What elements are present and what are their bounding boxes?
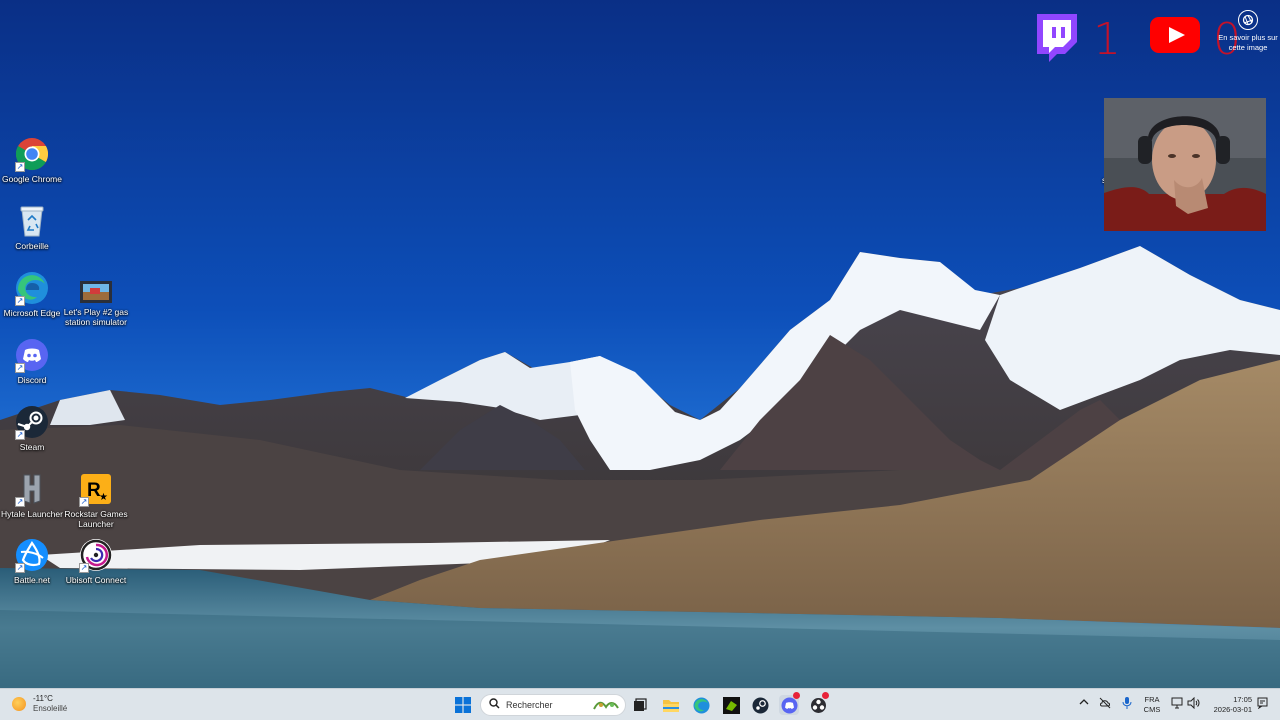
desktop-icon-label: Microsoft Edge — [3, 308, 61, 318]
microphone-button[interactable] — [1122, 697, 1132, 711]
steam-icon: ↗ — [15, 405, 49, 440]
learn-more-button[interactable]: En savoir plus sur cette image — [1212, 10, 1280, 53]
chevron-up-icon — [1079, 699, 1089, 705]
desktop-icon-label: Google Chrome — [1, 174, 62, 184]
desktop-icon-label: Steam — [19, 442, 45, 452]
webcam-overlay — [1104, 98, 1266, 231]
desktop-icon-label: Hytale Launcher — [1, 509, 63, 519]
desktop-icon-edge[interactable]: ↗ Microsoft Edge — [0, 271, 65, 318]
clock-date: 2026-03-01 — [1213, 705, 1252, 714]
desktop-icon-label: Battle.net — [14, 575, 50, 585]
desktop-icon-recycle-bin[interactable]: Corbeille — [0, 204, 65, 251]
recycle-bin-icon — [15, 204, 49, 238]
discord-icon — [781, 697, 797, 713]
search-highlight-icon — [593, 701, 619, 710]
desktop-icon-label: Let's Play #2 gas station simulator — [63, 307, 129, 327]
cloud-off-icon — [1099, 697, 1111, 709]
show-hidden-icons-button[interactable] — [1079, 697, 1089, 709]
weather-widget[interactable]: -11°C Ensoleillé — [12, 694, 67, 714]
notification-badge — [793, 692, 800, 699]
desktop-icon-steam[interactable]: ↗ Steam — [0, 405, 65, 452]
nvidia-button[interactable] — [721, 695, 741, 715]
volume-button[interactable] — [1187, 696, 1200, 711]
rockstar-icon: R ★ ↗ — [79, 472, 113, 507]
clock-time: 17:05 — [1233, 695, 1252, 704]
recording-badge — [822, 692, 829, 699]
search-icon — [489, 696, 500, 714]
notification-bell-icon — [1257, 697, 1268, 710]
desktop-icon-label: Discord — [17, 375, 47, 385]
desktop-wallpaper — [0, 0, 1280, 688]
windows-icon — [455, 697, 471, 713]
desktop-icon-label: Ubisoft Connect — [65, 575, 127, 585]
steam-icon — [752, 697, 768, 713]
desktop-icon-video-file[interactable]: Let's Play #2 gas station simulator — [63, 280, 129, 327]
battlenet-icon: ↗ — [15, 538, 49, 573]
search-placeholder: Rechercher — [506, 700, 553, 710]
taskbar: -11°C Ensoleillé Rechercher FRA CMS 17:0… — [0, 688, 1280, 720]
clock[interactable]: 17:05 2026-03-01 — [1206, 695, 1252, 715]
task-view-button[interactable] — [630, 695, 650, 715]
network-offline-button[interactable] — [1099, 697, 1111, 711]
monitor-network-icon — [1171, 697, 1183, 709]
language-primary: FRA — [1144, 695, 1160, 704]
edge-icon — [693, 697, 709, 713]
camera-icon — [1238, 10, 1258, 30]
ubisoft-icon: ↗ — [79, 538, 113, 573]
network-button[interactable] — [1171, 697, 1183, 711]
desktop-icon-discord[interactable]: ↗ Discord — [0, 338, 65, 385]
edge-button[interactable] — [691, 695, 711, 715]
hytale-icon: ↗ — [15, 472, 49, 507]
language-indicator[interactable]: FRA CMS — [1140, 695, 1164, 715]
desktop-icon-battlenet[interactable]: ↗ Battle.net — [0, 538, 65, 585]
file-explorer-button[interactable] — [661, 695, 681, 715]
video-file-icon — [79, 280, 113, 304]
discord-button[interactable] — [779, 692, 800, 715]
twitch-icon — [1033, 12, 1081, 64]
file-explorer-icon — [663, 700, 679, 712]
notifications-button[interactable] — [1257, 697, 1268, 711]
sun-icon — [12, 697, 26, 711]
start-button[interactable] — [453, 695, 473, 715]
nvidia-icon — [722, 696, 740, 714]
edge-icon: ↗ — [15, 271, 49, 306]
steam-button[interactable] — [750, 695, 770, 715]
obs-button[interactable] — [808, 692, 829, 715]
desktop-icon-rockstar[interactable]: R ★ ↗ Rockstar Games Launcher — [63, 472, 129, 529]
task-view-icon — [634, 698, 647, 711]
microphone-icon — [1122, 697, 1132, 709]
weather-condition: Ensoleillé — [33, 704, 68, 713]
svg-text:★: ★ — [99, 492, 108, 503]
weather-temp: -11°C — [33, 694, 53, 703]
discord-icon: ↗ — [15, 338, 49, 373]
taskbar-search[interactable]: Rechercher — [480, 694, 626, 716]
desktop-icon-label: Rockstar Games Launcher — [64, 509, 128, 529]
learn-more-label: En savoir plus sur cette image — [1218, 33, 1278, 52]
twitch-follower-count: 1 — [1093, 14, 1121, 65]
desktop-icon-hytale[interactable]: ↗ Hytale Launcher — [0, 472, 65, 519]
desktop-icon-label: Corbeille — [15, 241, 49, 251]
desktop-icon-ubisoft[interactable]: ↗ Ubisoft Connect — [63, 538, 129, 585]
desktop-icon-chrome[interactable]: ↗ Google Chrome — [0, 137, 65, 184]
obs-icon — [810, 697, 826, 713]
chrome-icon: ↗ — [15, 137, 49, 172]
language-secondary: CMS — [1143, 705, 1161, 714]
youtube-icon — [1150, 17, 1200, 53]
speaker-icon — [1187, 696, 1200, 710]
